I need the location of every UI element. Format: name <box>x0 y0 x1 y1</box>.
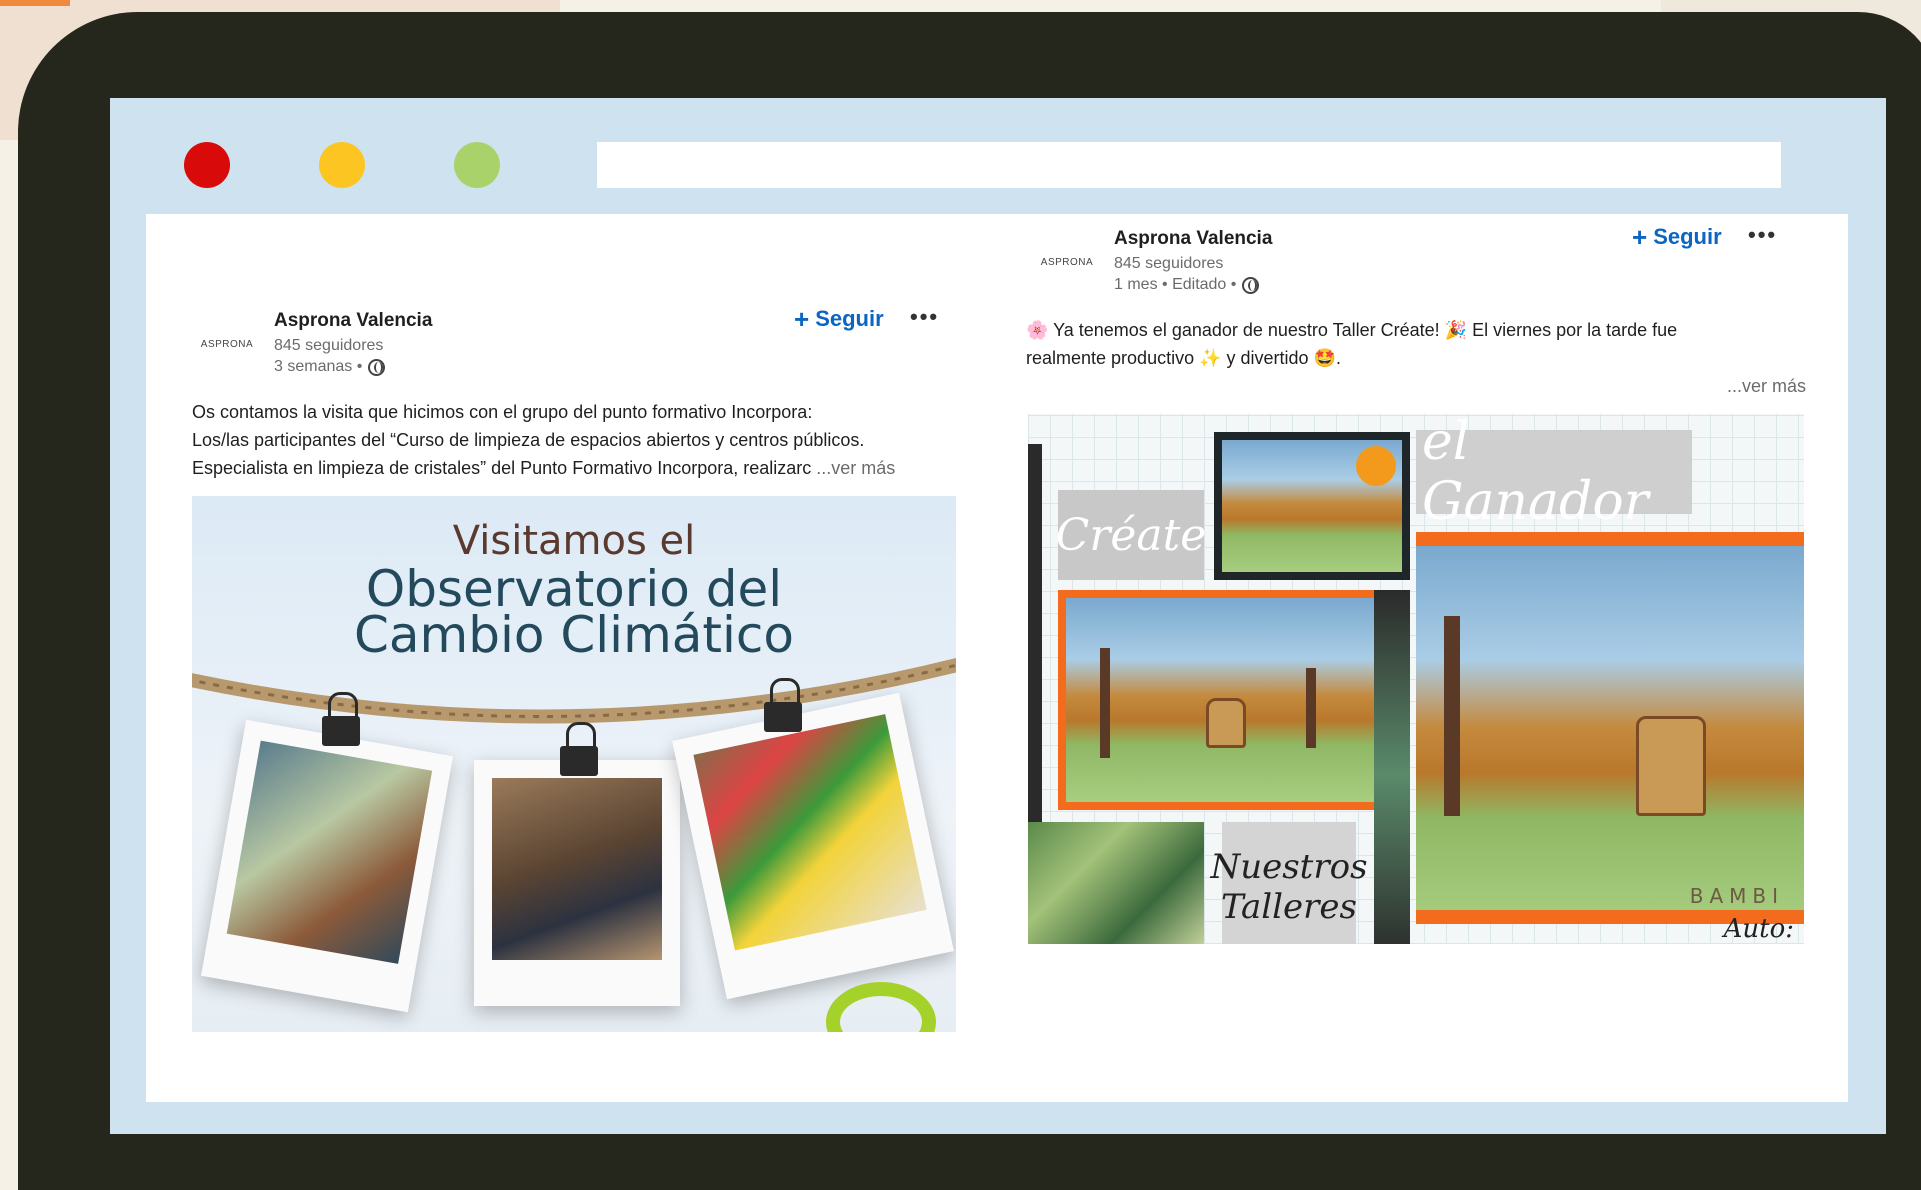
painting-thumbnail <box>1214 432 1410 580</box>
create-label: Créate <box>1056 490 1206 580</box>
follow-button[interactable]: + Seguir <box>794 306 884 332</box>
author-logo[interactable]: ASPRONA <box>192 324 262 364</box>
post-text-line: Os contamos la visita que hicimos con el… <box>192 402 813 422</box>
photo-polaroid <box>201 719 453 1013</box>
minimize-window-button[interactable] <box>319 142 365 188</box>
author-name[interactable]: Asprona Valencia <box>274 310 432 332</box>
post-text-line: Los/las participantes del “Curso de limp… <box>192 430 865 450</box>
painting-thumbnail <box>1028 822 1204 944</box>
post-text-line: realmente productivo ✨ y divertido 🤩. <box>1026 348 1341 368</box>
more-options-icon[interactable]: ••• <box>1748 222 1777 248</box>
see-more-row: ...ver más <box>1026 372 1806 400</box>
post-meta: 3 semanas • <box>274 358 386 376</box>
post-text: 🌸 Ya tenemos el ganador de nuestro Talle… <box>1026 316 1806 400</box>
maximize-window-button[interactable] <box>454 142 500 188</box>
post-card: ASPRONA Asprona Valencia 845 seguidores … <box>1026 222 1812 944</box>
post-header: ASPRONA Asprona Valencia 845 seguidores … <box>192 304 956 380</box>
post-text-line: Especialista en limpieza de cristales” d… <box>192 458 896 478</box>
photo-polaroid <box>474 760 680 1006</box>
binder-clip <box>322 692 360 746</box>
image-title-line: Visitamos el <box>452 518 696 564</box>
plus-icon: + <box>794 304 810 334</box>
post-text: Os contamos la visita que hicimos con el… <box>192 398 956 482</box>
ganador-label: el Ganador <box>1416 414 1692 532</box>
follow-label: Seguir <box>1653 224 1722 249</box>
page-content: ASPRONA Asprona Valencia 845 seguidores … <box>146 214 1848 1102</box>
binder-clip <box>764 678 802 732</box>
close-window-button[interactable] <box>184 142 230 188</box>
author-name[interactable]: Asprona Valencia <box>1114 228 1272 250</box>
post-meta: 1 mes • Editado • <box>1114 276 1260 294</box>
post-image[interactable]: Visitamos el Observatorio del Cambio Cli… <box>192 496 956 1032</box>
plus-icon: + <box>1632 222 1648 252</box>
follower-count: 845 seguidores <box>1114 255 1224 272</box>
more-options-icon[interactable]: ••• <box>910 304 939 330</box>
post-header: ASPRONA Asprona Valencia 845 seguidores … <box>1032 222 1812 298</box>
painting-signature: BAMBI <box>1689 884 1784 908</box>
post-time: 1 mes • Editado • <box>1114 276 1237 293</box>
nuestros-talleres-label: Nuestros Talleres <box>1210 822 1368 944</box>
background-accent <box>0 0 70 6</box>
see-more-link[interactable]: ...ver más <box>1727 376 1806 396</box>
address-bar[interactable] <box>597 142 1781 188</box>
binder-clip <box>560 722 598 776</box>
recycle-icon <box>826 982 936 1032</box>
follower-count: 845 seguidores <box>274 337 384 354</box>
winning-painting: BAMBI <box>1416 546 1804 924</box>
post-text-line: 🌸 Ya tenemos el ganador de nuestro Talle… <box>1026 320 1678 340</box>
post-image[interactable]: Créate Nuestros Talleres el Ganador BAMB… <box>1028 414 1804 944</box>
follow-button[interactable]: + Seguir <box>1632 224 1722 250</box>
globe-icon <box>368 358 386 376</box>
painting-thumbnail <box>1058 590 1394 810</box>
author-logo[interactable]: ASPRONA <box>1032 242 1102 282</box>
post-time: 3 semanas • <box>274 358 363 375</box>
follow-label: Seguir <box>815 306 884 331</box>
laptop-frame: ASPRONA Asprona Valencia 845 seguidores … <box>18 12 1921 1190</box>
globe-icon <box>1242 276 1260 294</box>
author-caption: Auto: <box>1723 914 1794 944</box>
see-more-link[interactable]: ...ver más <box>816 458 895 478</box>
post-card: ASPRONA Asprona Valencia 845 seguidores … <box>192 304 956 1032</box>
browser-window: ASPRONA Asprona Valencia 845 seguidores … <box>110 98 1886 1134</box>
